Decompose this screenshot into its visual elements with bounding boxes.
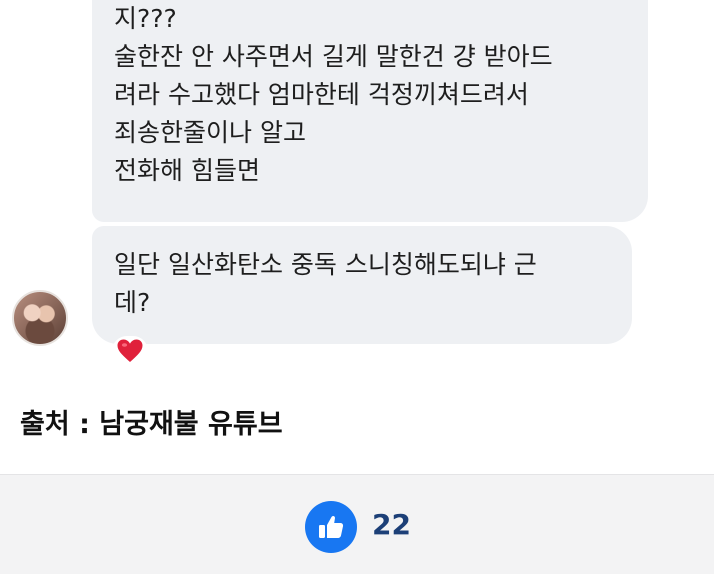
message-bubble: 일단 일산화탄소 중독 스니칭해도되냐 근 데? [92,226,632,344]
message-line: 전화해 힘들면 [114,156,260,185]
message-line: 술한잔 안 사주면서 길게 말한건 걍 받아드 [114,42,553,71]
reaction-footer: 22 [0,474,714,574]
message-line: 죄송한줄이나 알고 [114,118,306,147]
message-reaction[interactable] [112,336,148,362]
message-line: 데? [114,288,151,317]
source-caption: 출처 : 남궁재불 유튜브 [0,362,714,474]
message-line: 려라 수고했다 엄마한테 걱정끼쳐드려서 [114,80,529,109]
message-line: 일단 일산화탄소 중독 스니칭해도되냐 근 [114,250,537,279]
chat-thread: 지??? 술한잔 안 사주면서 길게 말한건 걍 받아드 려라 수고했다 엄마한… [0,0,714,362]
thumbs-up-icon [319,515,344,538]
source-text: 출처 : 남궁재불 유튜브 [20,409,283,440]
like-count: 22 [372,508,411,541]
avatar[interactable] [12,290,68,346]
message-line: 지??? [114,4,177,33]
like-button[interactable] [305,501,357,553]
message-bubble: 지??? 술한잔 안 사주면서 길게 말한건 걍 받아드 려라 수고했다 엄마한… [92,0,648,222]
heart-icon [117,339,143,362]
